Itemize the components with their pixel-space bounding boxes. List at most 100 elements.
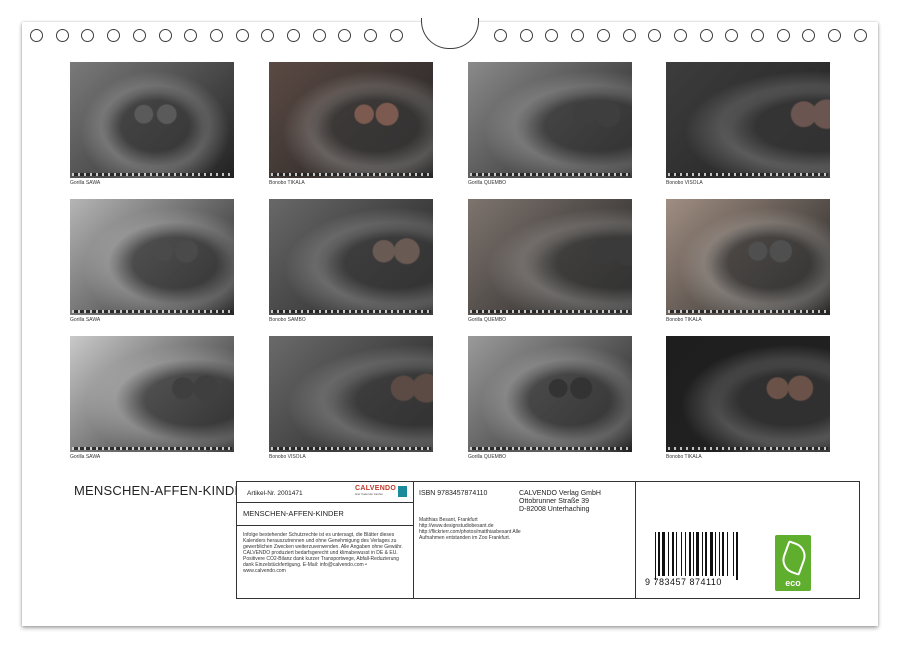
barcode-bar (722, 532, 725, 576)
photo-card: Bonobo VISOLA (269, 336, 433, 461)
article-number: Artikel-Nr. 2001471 (247, 490, 303, 497)
binding-ring (55, 29, 69, 42)
photo-caption: Bonobo TIKALA (666, 454, 702, 460)
photo-card: Gorilla QUEMBO (468, 336, 632, 461)
binding-ring (107, 29, 121, 42)
barcode-bar (685, 532, 687, 576)
ape-photo (70, 199, 234, 315)
info-column-publisher: ISBN 9783457874110 CALVENDO Verlag GmbH … (413, 482, 636, 598)
photo-caption: Bonobo VISOLA (269, 454, 306, 460)
barcode-bar (662, 532, 666, 576)
photo-card: Gorilla SAWA (70, 62, 234, 187)
binding-ring (751, 29, 764, 42)
barcode-bar (702, 532, 704, 576)
ape-photo (468, 336, 632, 452)
barcode-bar (688, 532, 691, 576)
isbn: ISBN 9783457874110 (419, 490, 488, 497)
barcode-bars (655, 532, 757, 580)
barcode-bar (671, 532, 674, 576)
binding-ring (519, 29, 533, 42)
photo-card: Bonobo SAMBO (269, 199, 433, 324)
binding-ring (235, 29, 249, 42)
info-column-barcode: 9 783457 874110 eco (635, 482, 859, 598)
barcode-bar (655, 532, 656, 580)
calendar-date-strip (470, 447, 630, 450)
calendar-date-strip (271, 447, 431, 450)
photo-caption: Gorilla SAWA (70, 180, 101, 186)
binding-ring (828, 29, 842, 42)
binding-ring (132, 29, 146, 42)
publisher-street: Ottobrunner Straße 39 (519, 498, 590, 505)
isbn-barcode: 9 783457 874110 (645, 532, 757, 587)
barcode-bar (658, 532, 661, 576)
calvendo-logo: CALVENDO Hier Kalender kaufen (355, 485, 407, 499)
calendar-date-strip (271, 173, 431, 176)
photo-caption: Bonobo TIKALA (269, 180, 305, 186)
ape-photo (70, 62, 234, 178)
ape-photo (468, 62, 632, 178)
eco-badge: eco (775, 535, 811, 591)
photo-caption: Gorilla SAWA (70, 454, 101, 460)
barcode-bar (735, 532, 738, 580)
binding-ring (853, 29, 867, 42)
ape-photo (666, 62, 830, 178)
photo-caption: Bonobo VISOLA (666, 180, 703, 186)
publisher-name: CALVENDO Verlag GmbH (519, 490, 601, 497)
calendar-title: MENSCHEN-AFFEN-KINDER (74, 483, 253, 498)
photo-card: Gorilla SAWA (70, 336, 234, 461)
ape-photo (269, 62, 433, 178)
eco-label: eco (785, 578, 801, 588)
binding-ring (209, 29, 223, 42)
photo-caption: Gorilla QUEMBO (468, 317, 507, 323)
binding-ring (364, 29, 378, 42)
ape-photo (468, 199, 632, 315)
legal-text: Infolge bestehender Schutzrechte ist es … (243, 532, 403, 574)
barcode-bar (709, 532, 713, 576)
calendar-date-strip (72, 447, 232, 450)
leaf-icon (778, 540, 810, 576)
binding-ring (312, 29, 326, 42)
photo-caption: Bonobo SAMBO (269, 317, 306, 323)
binding-ring (596, 29, 610, 42)
ape-photo (269, 199, 433, 315)
photo-caption: Gorilla QUEMBO (468, 180, 507, 186)
barcode-bar (714, 532, 716, 576)
barcode-digits: 9 783457 874110 (645, 577, 722, 587)
photo-credits: Matthias Besant, Frankfurt http://www.de… (419, 517, 521, 541)
barcode-bar (692, 532, 694, 576)
binding-ring (673, 29, 687, 42)
photo-card: Bonobo TIKALA (666, 199, 830, 324)
photo-card: Gorilla QUEMBO (468, 62, 632, 187)
barcode-bar (732, 532, 734, 576)
photo-card: Bonobo VISOLA (666, 62, 830, 187)
binding-ring (622, 29, 636, 42)
binding-ring (30, 29, 43, 42)
barcode-bar (719, 532, 720, 576)
photo-caption: Gorilla QUEMBO (468, 454, 507, 460)
barcode-bar (667, 532, 669, 576)
binding-ring (571, 29, 585, 42)
photo-caption: Bonobo TIKALA (666, 317, 702, 323)
binding-ring (158, 29, 172, 42)
photo-card: Gorilla QUEMBO (468, 199, 632, 324)
barcode-bar (676, 532, 677, 576)
calendar-date-strip (668, 173, 828, 176)
calendar-date-strip (668, 310, 828, 313)
barcode-bar (705, 532, 708, 576)
ape-photo (666, 199, 830, 315)
ape-photo (666, 336, 830, 452)
info-box: Artikel-Nr. 2001471 CALVENDO Hier Kalend… (236, 481, 860, 599)
logo-mark-icon (398, 486, 407, 497)
photo-card: Bonobo TIKALA (269, 62, 433, 187)
binding-ring (776, 29, 790, 42)
calendar-date-strip (72, 310, 232, 313)
barcode-bar (681, 532, 683, 576)
ape-photo (70, 336, 234, 452)
product-title: MENSCHEN-AFFEN-KINDER (243, 509, 344, 518)
barcode-bar (727, 532, 729, 576)
info-column-product: Artikel-Nr. 2001471 CALVENDO Hier Kalend… (237, 482, 414, 598)
calendar-date-strip (72, 173, 232, 176)
photo-card: Bonobo TIKALA (666, 336, 830, 461)
calendar-date-strip (271, 310, 431, 313)
calendar-date-strip (470, 310, 630, 313)
